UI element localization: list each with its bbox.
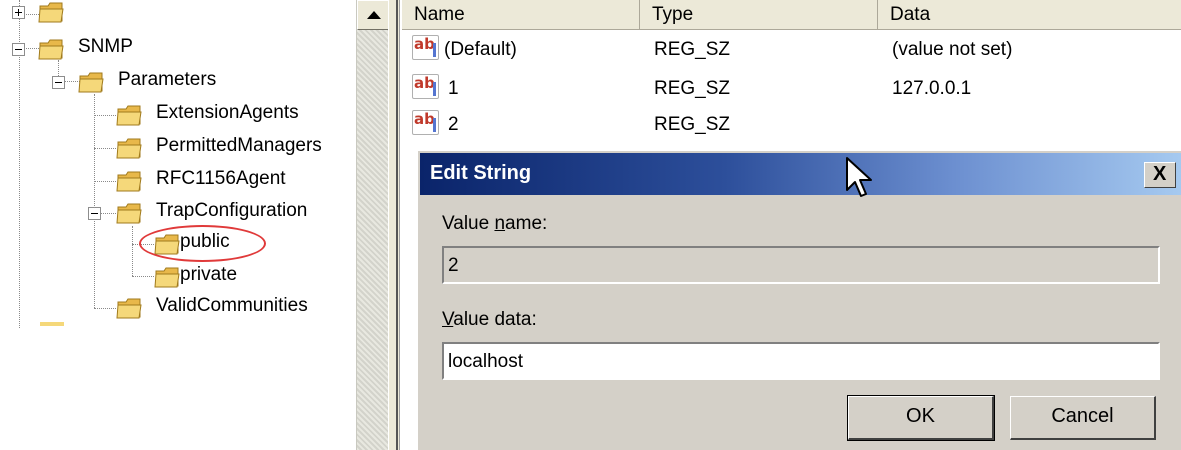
list-row[interactable]: ab 1 REG_SZ 127.0.0.1	[402, 72, 1181, 108]
collapse-toggle[interactable]	[12, 43, 25, 56]
highlight-circle-annotation	[139, 225, 266, 262]
value-name-field: 2	[442, 246, 1160, 284]
value-name-label: Value name:	[442, 213, 548, 234]
scroll-up-button[interactable]	[357, 0, 389, 30]
value-type: REG_SZ	[654, 114, 731, 135]
tree-item-label: PermittedManagers	[156, 135, 322, 156]
value-name: 2	[448, 114, 459, 135]
edit-string-dialog: Edit String X Value name: 2 Value data: …	[416, 149, 1181, 450]
value-data-field[interactable]: localhost	[442, 342, 1160, 380]
column-header-name[interactable]: Name	[402, 0, 640, 30]
tree-item-label: Parameters	[118, 69, 217, 90]
column-header-data[interactable]: Data	[878, 0, 1181, 30]
collapse-toggle[interactable]	[88, 207, 101, 220]
tree-item-label: private	[180, 264, 238, 285]
value-data: 127.0.0.1	[892, 78, 972, 99]
tree-connector	[132, 276, 154, 277]
registry-tree: SNMP Parameters ExtensionAgents Permitte…	[0, 0, 355, 450]
ok-button[interactable]: OK	[847, 395, 995, 441]
folder-icon	[40, 322, 64, 326]
pane-splitter[interactable]	[388, 0, 400, 450]
folder-icon	[116, 298, 142, 319]
string-value-icon: ab	[412, 35, 439, 60]
value-type: REG_SZ	[654, 78, 731, 99]
tree-item-validcommunities[interactable]: ValidCommunities	[116, 294, 346, 324]
tree-item-label: SNMP	[78, 36, 133, 57]
string-value-icon: ab	[412, 74, 439, 99]
collapse-toggle[interactable]	[52, 76, 65, 89]
list-row[interactable]: ab 2 REG_SZ	[402, 108, 1181, 144]
tree-connector	[94, 115, 116, 116]
tree-item-extensionagents[interactable]: ExtensionAgents	[116, 101, 336, 131]
close-icon: X	[1153, 163, 1167, 185]
tree-connector	[94, 181, 116, 182]
folder-icon	[38, 39, 64, 60]
value-name: 1	[448, 78, 459, 99]
tree-item-label: ExtensionAgents	[156, 102, 299, 123]
value-data: (value not set)	[892, 39, 1013, 60]
tree-item-permittedmanagers[interactable]: PermittedManagers	[116, 134, 346, 164]
dialog-title: Edit String	[430, 162, 532, 184]
tree-connector	[94, 148, 116, 149]
folder-icon	[116, 171, 142, 192]
folder-icon	[116, 105, 142, 126]
close-button[interactable]: X	[1144, 162, 1176, 188]
value-type: REG_SZ	[654, 39, 731, 60]
tree-item-snmp[interactable]: SNMP	[12, 35, 172, 65]
folder-icon	[116, 138, 142, 159]
value-data-label: Value data:	[442, 309, 537, 330]
folder-icon	[116, 203, 142, 224]
mouse-pointer-icon	[846, 157, 872, 197]
cancel-button[interactable]: Cancel	[1010, 396, 1156, 440]
tree-item-private[interactable]: private	[154, 263, 264, 293]
string-value-icon: ab	[412, 110, 439, 135]
tree-item-label: ValidCommunities	[156, 295, 308, 316]
tree-connector	[132, 226, 133, 276]
folder-icon	[38, 2, 64, 23]
column-header-type[interactable]: Type	[640, 0, 878, 30]
value-name: (Default)	[444, 39, 517, 60]
tree-item-parameters[interactable]: Parameters	[52, 68, 252, 98]
list-row[interactable]: ab (Default) REG_SZ (value not set)	[402, 33, 1181, 69]
tree-connector	[94, 308, 116, 309]
tree-item-label: TrapConfiguration	[156, 200, 308, 221]
folder-icon	[154, 267, 180, 288]
list-header: Name Type Data	[402, 0, 1181, 30]
tree-item-label: RFC1156Agent	[156, 168, 286, 189]
expand-toggle[interactable]	[12, 6, 25, 19]
folder-icon	[78, 72, 104, 93]
splitter-divider	[396, 0, 398, 450]
tree-item-rfc1156agent[interactable]: RFC1156Agent	[116, 167, 316, 197]
dialog-titlebar[interactable]: Edit String X	[420, 153, 1181, 195]
tree-vertical-scrollbar[interactable]	[356, 0, 389, 450]
tree-connector	[19, 48, 20, 328]
arrow-up-icon	[367, 11, 381, 19]
